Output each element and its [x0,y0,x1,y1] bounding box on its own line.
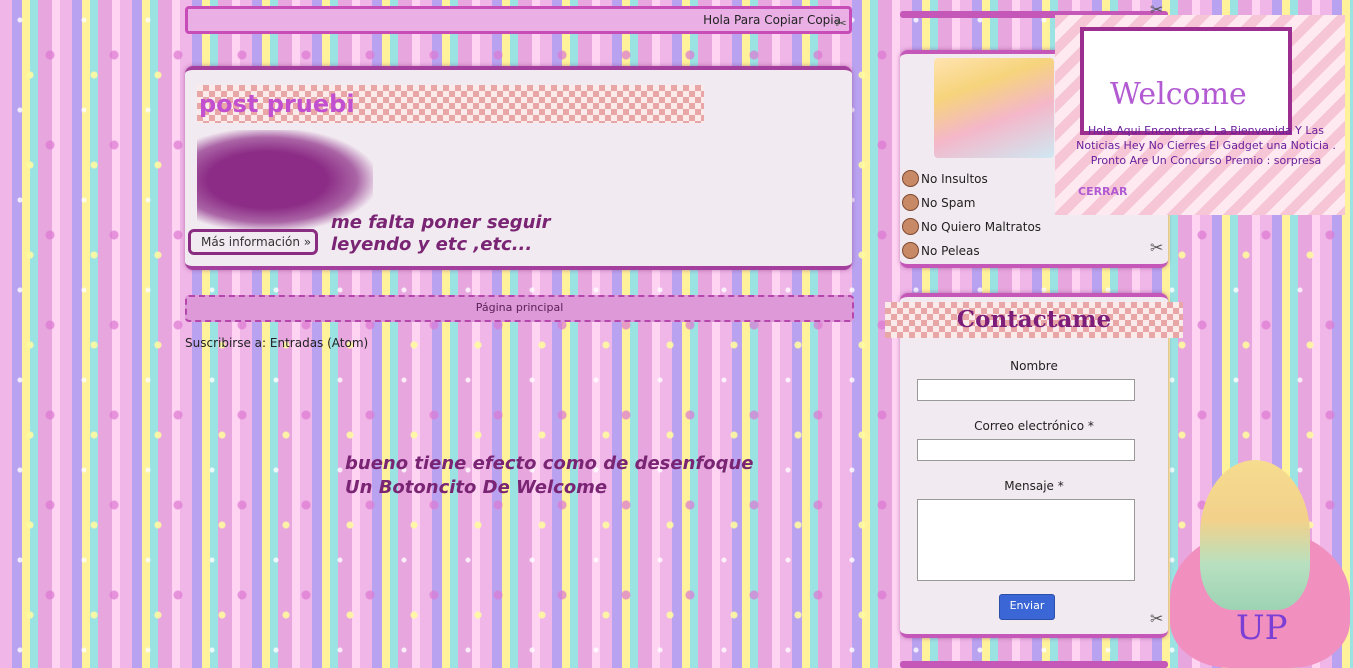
message-label: Mensaje * [1004,479,1064,493]
post-note-line1: me falta poner seguir [331,212,551,233]
big-note-line1: bueno tiene efecto como de desenfoque [345,453,754,474]
scroll-up-widget[interactable]: UP [1160,460,1353,668]
subscribe-line: Suscribirse a: Entradas (Atom) [185,336,368,350]
subscribe-atom-link[interactable]: Entradas (Atom) [270,336,368,350]
emoji-face-icon [902,170,919,187]
rule-item: No Quiero Maltratos [902,218,1041,235]
rule-item: No Spam [902,194,975,211]
welcome-body-text: Hola Aqui Encontraras La Bienvenida Y La… [1076,124,1336,167]
welcome-popup: Welcome Hola Aqui Encontraras La Bienven… [1055,15,1345,215]
emoji-face-icon [902,194,919,211]
name-label: Nombre [1010,359,1058,373]
top-banner-text: Hola Para Copiar Copia [703,13,841,27]
name-field[interactable] [917,379,1135,401]
big-note-line2: Un Botoncito De Welcome [345,477,608,498]
rule-label: No Insultos [921,171,988,186]
anime-girl-image [934,58,1054,158]
email-label: Correo electrónico * [974,419,1094,433]
subscribe-prefix: Suscribirse a: [185,336,267,350]
up-label[interactable]: UP [1236,608,1288,648]
close-button[interactable]: CERRAR [1078,185,1128,198]
welcome-title: Welcome [1110,77,1247,112]
home-link[interactable]: Página principal [185,295,854,322]
edit-tool-icon[interactable]: ✂ [835,13,847,35]
post-title[interactable]: post pruebi [197,85,704,123]
rule-item: No Insultos [902,170,988,187]
more-info-button[interactable]: Más información » [188,229,318,255]
post-note-line2: leyendo y etc ,etc... [331,234,533,255]
message-textarea[interactable] [917,499,1135,581]
email-field[interactable] [917,439,1135,461]
contact-panel: Nombre Correo electrónico * Mensaje * En… [900,293,1168,638]
send-button[interactable]: Enviar [999,594,1055,620]
sidebar-bottom-rule [900,661,1168,668]
contact-title: Contactame [885,302,1183,338]
emoji-face-icon [902,218,919,235]
post-panel: post pruebi Más información » me falta p… [185,66,852,270]
blur-effect-note: bueno tiene efecto como de desenfoque Un… [345,452,754,500]
rule-label: No Quiero Maltratos [921,219,1042,234]
anime-girl-figure [1200,460,1310,610]
post-note: me falta poner seguir leyendo y etc ,etc… [331,212,550,256]
emoji-face-icon [902,242,919,259]
rule-label: No Spam [921,195,976,210]
top-banner: Hola Para Copiar Copia ✂ [185,6,852,34]
rule-label: No Peleas [921,243,980,258]
edit-tool-icon[interactable]: ✂ [1150,238,1163,257]
rule-item: No Peleas [902,242,980,259]
